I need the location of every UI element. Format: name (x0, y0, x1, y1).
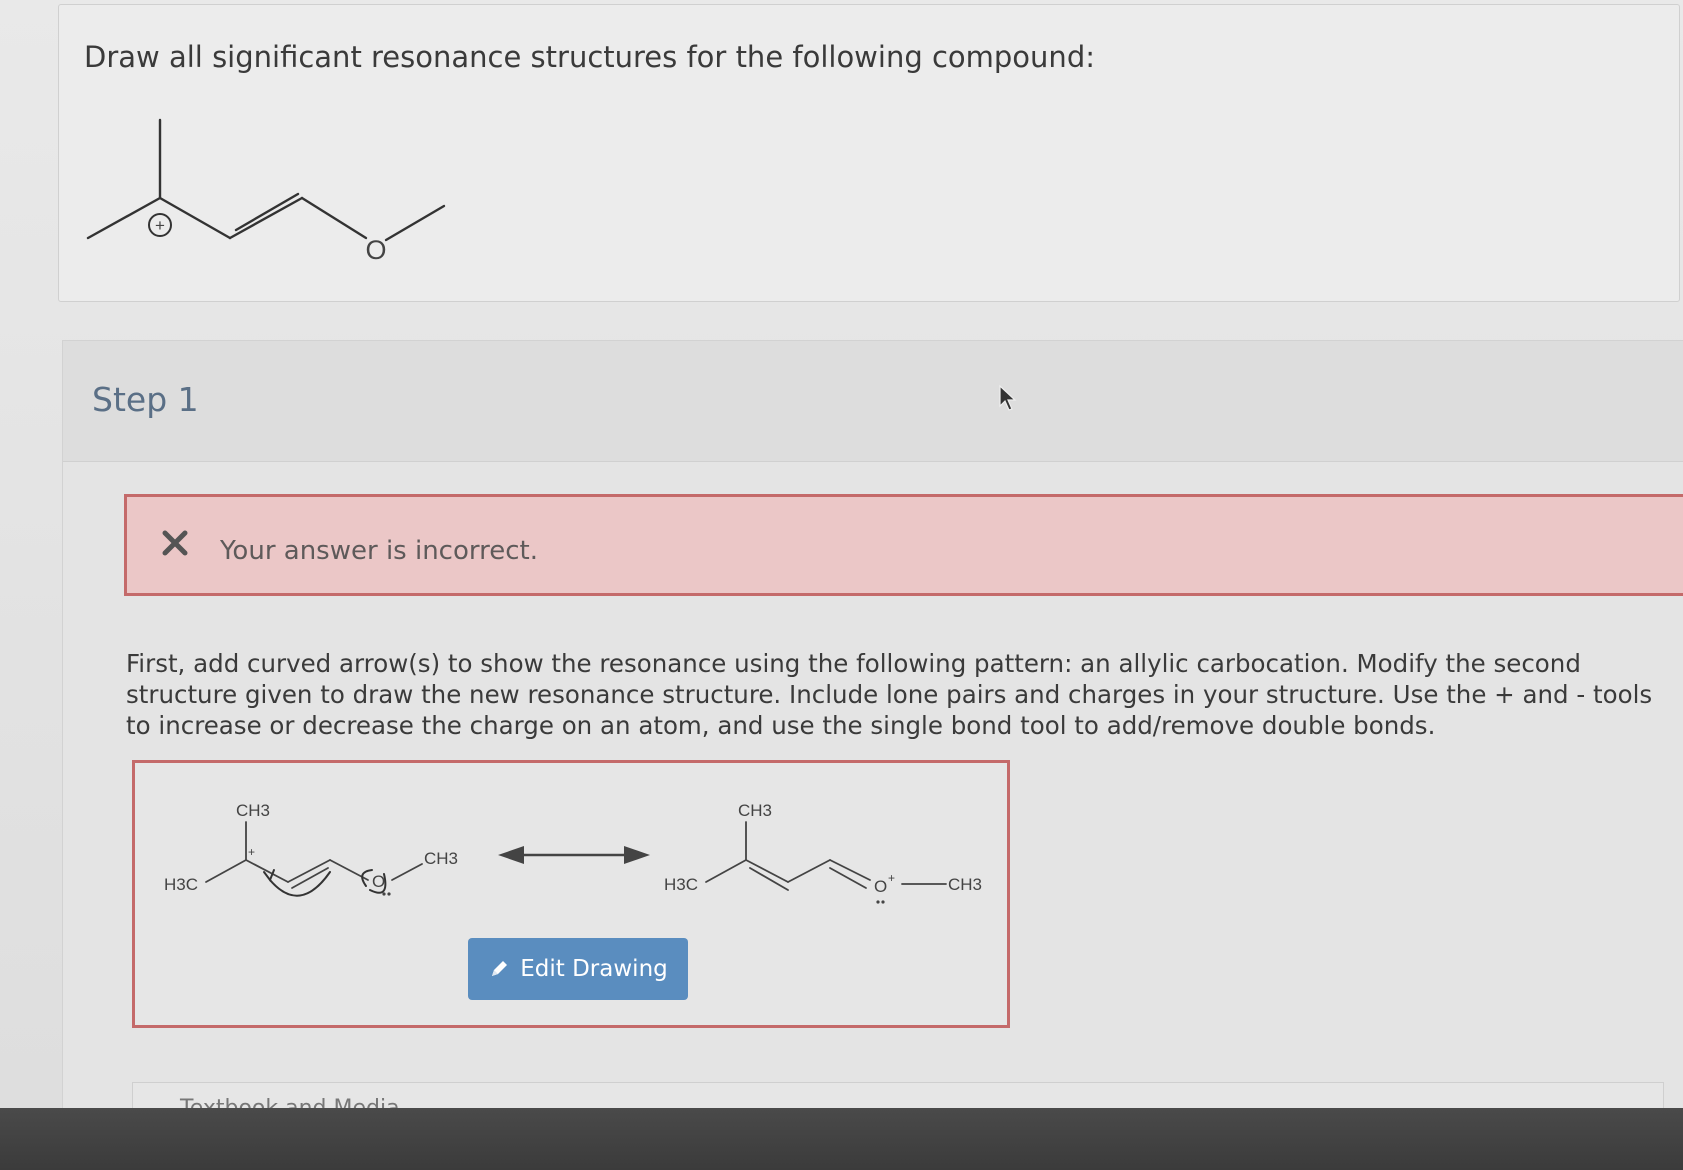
resonance-structure-2: CH3 H3C CH3 O + (664, 801, 982, 904)
step-header (63, 341, 1683, 462)
carbocation-plus: + (248, 845, 255, 859)
resonance-arrow-icon (498, 846, 650, 864)
close-x-icon (162, 530, 188, 556)
h3c-left-label: H3C (164, 875, 198, 894)
ch3-right-label: CH3 (424, 849, 458, 868)
taskbar (0, 1108, 1683, 1170)
pencil-icon (492, 961, 508, 976)
instructions-text: First, add curved arrow(s) to show the r… (126, 649, 1653, 740)
question-prompt: Draw all significant resonance structure… (84, 40, 1095, 74)
oxonium-plus: + (888, 871, 895, 885)
mouse-cursor-icon (999, 384, 1017, 411)
ch3-top-label: CH3 (236, 801, 270, 820)
ch3-right-label: CH3 (948, 875, 982, 894)
compound-structure: + O (86, 118, 446, 265)
resonance-structure-1: CH3 H3C CH3 O + (164, 801, 458, 897)
h3c-left-label: H3C (664, 875, 698, 894)
error-message: Your answer is incorrect. (220, 536, 538, 566)
oxygen-atom: O (365, 235, 386, 265)
ch3-top-label: CH3 (738, 801, 772, 820)
charge-plus: + (155, 216, 165, 235)
edit-drawing-button[interactable]: Edit Drawing (468, 938, 688, 1000)
oxygen-label: O (372, 872, 385, 891)
step-title: Step 1 (92, 380, 199, 419)
edit-drawing-label: Edit Drawing (520, 956, 668, 982)
oxygen-label: O (874, 877, 887, 896)
